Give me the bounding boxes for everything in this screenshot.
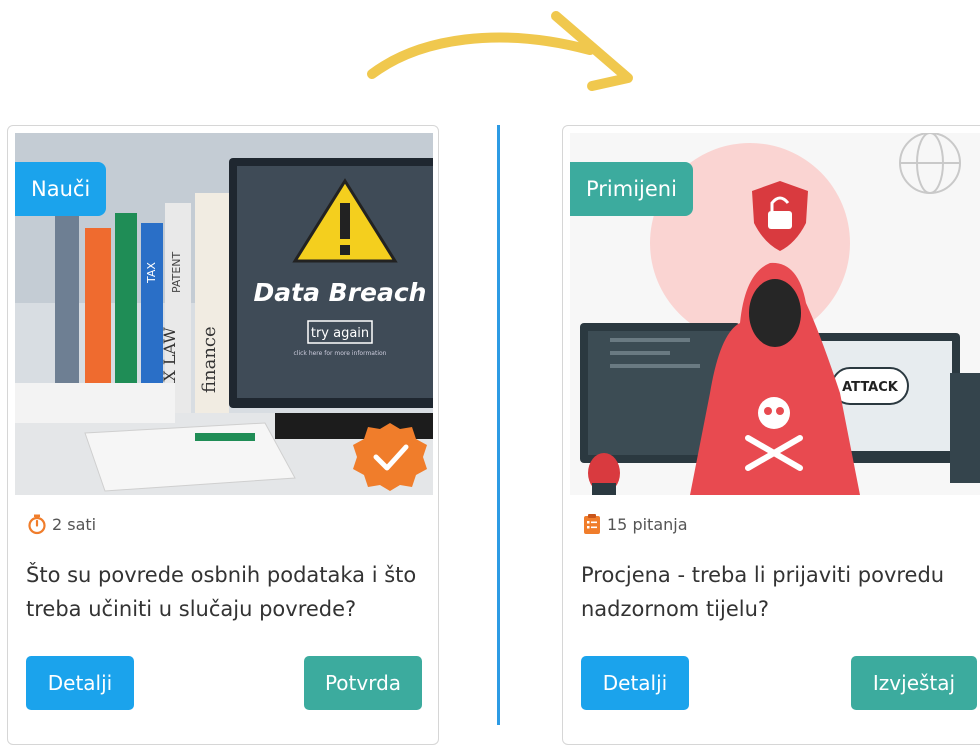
data-breach-text: Data Breach	[254, 278, 427, 307]
binder-label-2: finance	[199, 326, 220, 393]
questions-text: 15 pitanja	[607, 514, 688, 534]
details-button[interactable]: Detalji	[26, 656, 134, 710]
duration-meta: 2 sati	[26, 513, 96, 535]
column-divider	[497, 125, 500, 725]
card-title: Procjena - treba li prijaviti povredu na…	[581, 563, 945, 621]
stopwatch-icon	[28, 514, 46, 535]
report-button[interactable]: Izvještaj	[851, 656, 977, 710]
try-again-text: try again	[311, 326, 369, 341]
tag-apply: Primijeni	[570, 162, 693, 216]
course-card-apply: ATTACK Primijeni 15 pitanja Procjena - t…	[562, 125, 980, 745]
tag-learn: Nauči	[15, 162, 107, 216]
attack-text: ATTACK	[842, 380, 899, 395]
clipboard-list-icon	[584, 514, 600, 534]
questions-meta: 15 pitanja	[581, 513, 688, 535]
details-button[interactable]: Detalji	[581, 656, 689, 710]
arrow-decoration-icon	[367, 11, 633, 91]
duration-text: 2 sati	[52, 514, 97, 534]
card-title: Što su povrede osbnih podataka i što tre…	[26, 563, 417, 621]
info-text: click here for more information	[294, 350, 387, 357]
binder-label-4: PATENT	[170, 252, 183, 293]
confirm-button[interactable]: Potvrda	[304, 656, 422, 710]
course-card-learn: TAX LAW finance TAX PATENT Data Breach t…	[7, 125, 439, 745]
binder-label-3: TAX	[145, 262, 158, 284]
